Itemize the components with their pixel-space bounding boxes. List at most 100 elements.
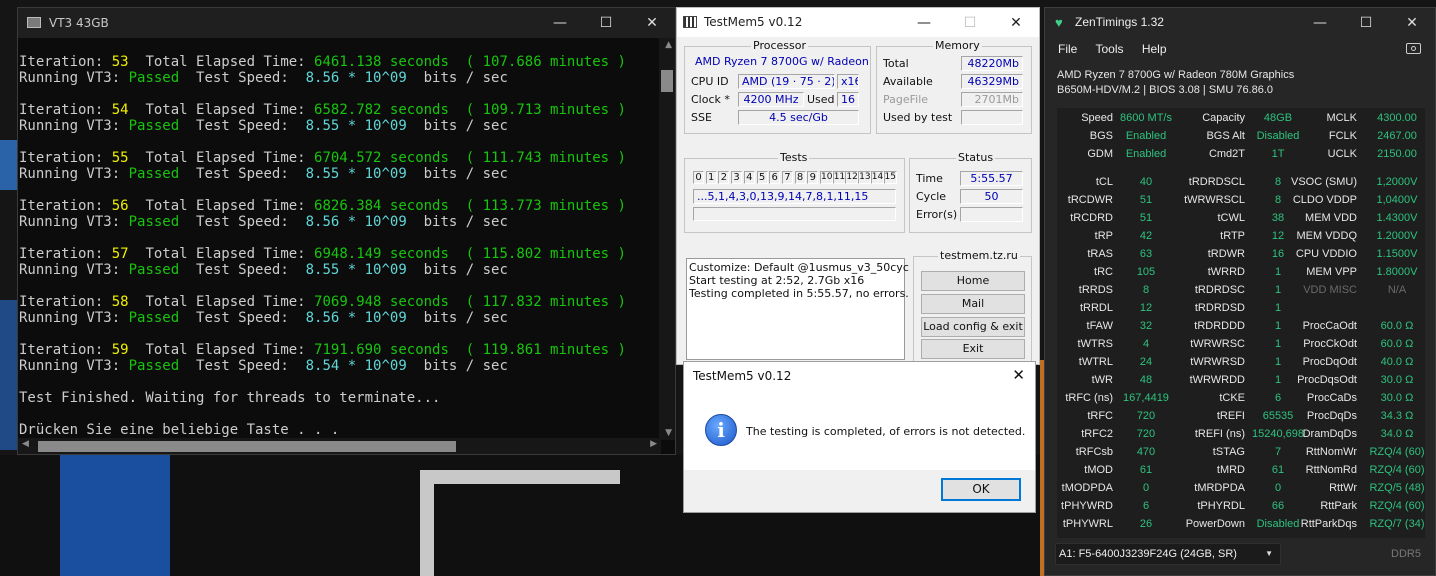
load-config-exit-button[interactable]: Load config & exit xyxy=(921,317,1025,337)
timing-value: 1.8000V xyxy=(1376,266,1418,278)
close-button[interactable]: ✕ xyxy=(993,8,1039,38)
testmem5-titlebar[interactable]: TestMem5 v0.12 — ☐ ✕ xyxy=(677,8,1039,37)
status-line: Running VT3: Passed Test Speed: 8.55 * 1… xyxy=(19,262,659,278)
menu-tools[interactable]: Tools xyxy=(1095,42,1123,56)
group-title: Memory xyxy=(933,39,982,52)
timing-value: 1 xyxy=(1274,338,1282,350)
timing-row: tWTRS 4 tWRWRSC 1 ProcCkOdt 60.0 Ω xyxy=(1057,335,1425,353)
cycle-label: Cycle xyxy=(916,190,947,203)
timing-label: tPHYWRD xyxy=(1061,500,1113,512)
exit-button[interactable]: Exit xyxy=(921,339,1025,359)
timing-value: 61 xyxy=(1271,464,1285,476)
maximize-button[interactable]: ☐ xyxy=(583,8,629,38)
home-button[interactable]: Home xyxy=(921,271,1025,291)
timing-row: tRFC2 720 tREFI (ns) 15240,698 DramDqDs 34.0 … xyxy=(1057,425,1425,443)
menu-file[interactable]: File xyxy=(1058,42,1077,56)
menu-help[interactable]: Help xyxy=(1142,42,1167,56)
dimm-select-value: A1: F5-6400J3239F24G (24GB, SR) xyxy=(1059,548,1237,560)
terminal-titlebar[interactable]: VT3 43GB — ☐ ✕ xyxy=(18,8,675,38)
timing-label: MEM VPP xyxy=(1306,266,1357,278)
timing-row: tRFC 720 tREFI 65535 ProcDqDs 34.3 Ω xyxy=(1057,407,1425,425)
timing-row: tMOD 61 tMRD 61 RttNomRd RZQ/4 (60) xyxy=(1057,461,1425,479)
timing-value: 12 xyxy=(1139,302,1153,314)
timing-label: tPHYWRL xyxy=(1062,518,1113,530)
timing-value: 1 xyxy=(1274,320,1282,332)
timing-value: N/A xyxy=(1387,284,1407,296)
dialog-close-button[interactable]: ✕ xyxy=(1012,366,1025,384)
close-button[interactable]: ✕ xyxy=(629,8,675,38)
timing-label: tMRDPDA xyxy=(1194,482,1245,494)
site-group: testmem.tz.ru Home Mail Load config & ex… xyxy=(913,249,1032,364)
timing-label: tRFC2 xyxy=(1081,428,1113,440)
timing-label: BGS xyxy=(1089,130,1113,142)
minimize-button[interactable]: — xyxy=(537,8,583,38)
timing-label: RttParkDqs xyxy=(1300,518,1357,530)
timing-value: RZQ/4 (60) xyxy=(1369,464,1425,476)
minimize-button[interactable]: — xyxy=(1297,8,1343,38)
cpu-threads-field: x16 xyxy=(837,74,859,89)
zentimings-titlebar[interactable]: ♥ ZenTimings 1.32 — ☐ ✕ xyxy=(1045,8,1435,36)
elapsed-seconds: 6704.572 seconds xyxy=(314,150,449,166)
scroll-right-icon[interactable]: ▶ xyxy=(650,439,657,449)
group-title: Processor xyxy=(751,39,808,52)
mail-button[interactable]: Mail xyxy=(921,294,1025,314)
speed-label: Test Speed: xyxy=(196,70,289,86)
log-memo[interactable]: Customize: Default @1usmus_v3_50cyc Star… xyxy=(686,258,909,360)
speed-value: 8.56 * 10^09 xyxy=(305,310,407,326)
iteration-number: 55 xyxy=(111,150,129,166)
wallpaper-fragment xyxy=(420,470,620,576)
terminal-title: VT3 43GB xyxy=(49,16,109,30)
vertical-scrollbar[interactable]: ▲ ▼ xyxy=(659,38,675,440)
timing-label: ProcDqsOdt xyxy=(1297,374,1357,386)
timing-value: 40 xyxy=(1139,176,1153,188)
timing-row: tRCDWR 51 tWRWRSCL 8 CLDO VDDP 1,0400V xyxy=(1057,191,1425,209)
minimize-button[interactable]: — xyxy=(901,8,947,38)
timing-row: tRRDL 12 tRDRDSD 1 xyxy=(1057,299,1425,317)
iteration-line: Iteration: 53 Total Elapsed Time: 6461.1… xyxy=(19,54,659,70)
speed-value: 8.56 * 10^09 xyxy=(305,214,407,230)
cpu-name: AMD Ryzen 7 8700G w/ Radeon 780M Graphic… xyxy=(1057,69,1295,81)
terminal-output[interactable]: Iteration: 53 Total Elapsed Time: 6461.1… xyxy=(18,38,659,462)
ok-button[interactable]: OK xyxy=(941,478,1021,501)
timing-label: RttNomRd xyxy=(1305,464,1357,476)
total-label: Total xyxy=(883,57,909,70)
timing-value: 51 xyxy=(1139,194,1153,206)
timing-label: ProcDqOdt xyxy=(1302,356,1357,368)
timing-value: 1,2000V xyxy=(1376,176,1418,188)
speed-unit: bits / sec xyxy=(423,214,508,230)
memory-chip-icon xyxy=(683,16,697,28)
horizontal-scrollbar[interactable]: ◀ ▶ xyxy=(18,438,661,454)
timing-label: tRAS xyxy=(1087,248,1113,260)
timing-value: 30.0 Ω xyxy=(1380,392,1414,404)
timing-value: 0 xyxy=(1142,482,1150,494)
timing-value: 105 xyxy=(1136,266,1156,278)
scrollbar-thumb[interactable] xyxy=(661,70,673,92)
running-label: Running VT3: xyxy=(19,262,121,278)
maximize-button[interactable]: ☐ xyxy=(1343,8,1389,38)
status-line: Running VT3: Passed Test Speed: 8.56 * 1… xyxy=(19,214,659,230)
timing-value: RZQ/7 (34) xyxy=(1369,518,1425,530)
scroll-up-icon[interactable]: ▲ xyxy=(665,40,672,50)
timing-label: tRDRDSC xyxy=(1194,284,1245,296)
available-label: Available xyxy=(883,75,933,88)
test-cell: 13 xyxy=(858,171,872,184)
scrollbar-thumb[interactable] xyxy=(38,441,456,452)
timing-value: 6 xyxy=(1142,500,1150,512)
close-button[interactable]: ✕ xyxy=(1389,8,1435,38)
used-label: Used xyxy=(807,93,835,106)
timing-value: 4300.00 xyxy=(1377,112,1417,124)
timing-value: 1T xyxy=(1271,148,1285,160)
camera-icon[interactable] xyxy=(1406,43,1421,54)
running-label: Running VT3: xyxy=(19,118,121,134)
timing-value: 6 xyxy=(1274,392,1282,404)
pagefile-field: 2701Mb xyxy=(961,92,1023,107)
speed-unit: bits / sec xyxy=(423,310,508,326)
status-text: Passed xyxy=(128,166,180,182)
iteration-label: Iteration: xyxy=(19,54,104,70)
dimm-select[interactable]: A1: F5-6400J3239F24G (24GB, SR) ▼ xyxy=(1055,543,1281,565)
timing-label: DramDqDs xyxy=(1302,428,1357,440)
scroll-left-icon[interactable]: ◀ xyxy=(22,439,29,449)
scroll-down-icon[interactable]: ▼ xyxy=(665,428,672,438)
timing-label: VDD MISC xyxy=(1303,284,1357,296)
